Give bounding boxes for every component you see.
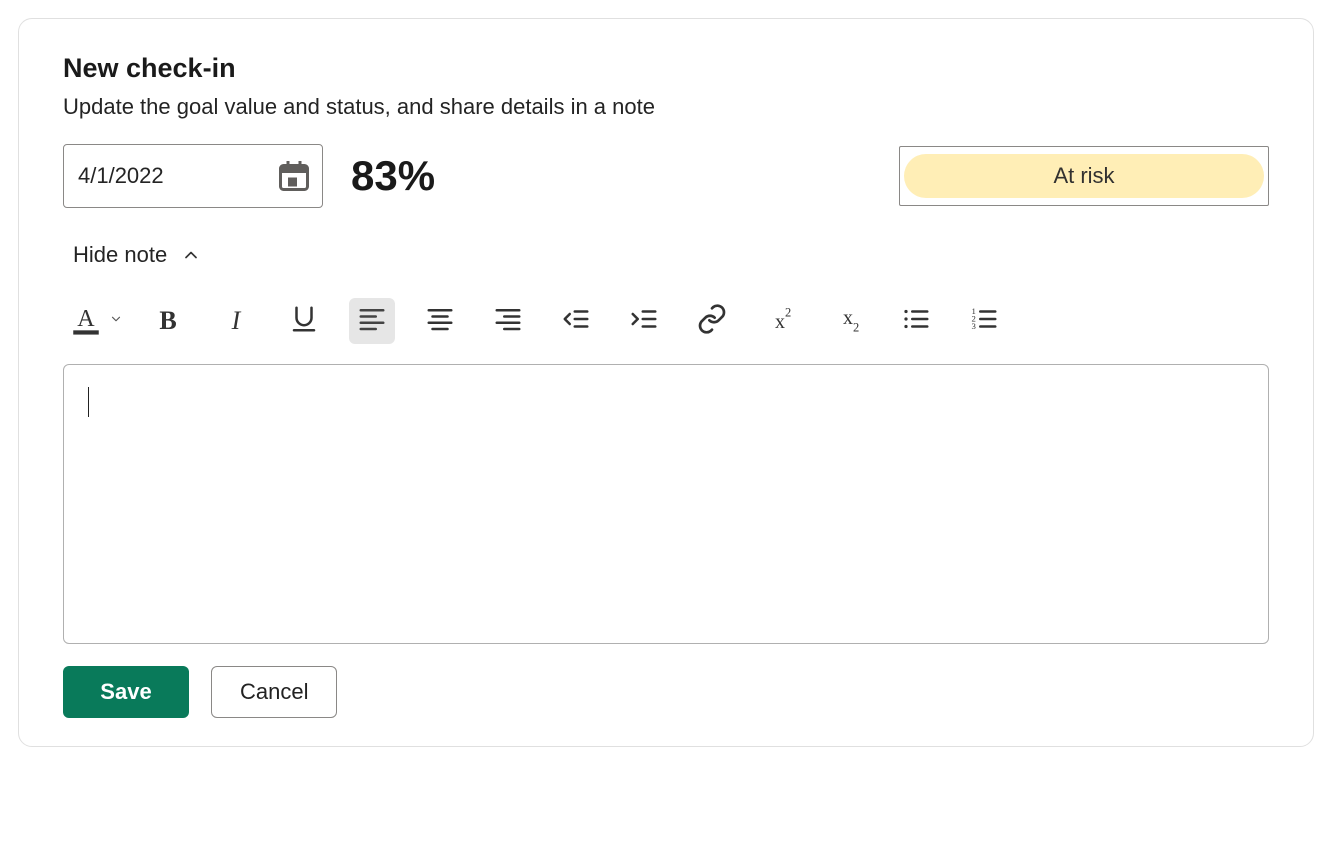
status-select[interactable]: At risk <box>899 146 1269 206</box>
chevron-up-icon <box>181 245 201 265</box>
progress-value: 83% <box>351 152 435 200</box>
chevron-down-icon <box>109 312 123 331</box>
indent-button[interactable] <box>621 298 667 344</box>
superscript-button[interactable]: x 2 <box>757 298 803 344</box>
editor-toolbar: A B I <box>63 298 1269 344</box>
indent-icon <box>629 304 659 339</box>
text-caret <box>88 387 89 417</box>
svg-text:2: 2 <box>853 320 859 334</box>
font-color-icon: A <box>69 302 103 341</box>
bullet-list-button[interactable] <box>893 298 939 344</box>
link-icon <box>696 303 728 340</box>
align-right-icon <box>493 304 523 339</box>
subscript-button[interactable]: x 2 <box>825 298 871 344</box>
italic-button[interactable]: I <box>213 298 259 344</box>
align-center-button[interactable] <box>417 298 463 344</box>
align-left-icon <box>357 304 387 339</box>
underline-button[interactable] <box>281 298 327 344</box>
cancel-button[interactable]: Cancel <box>211 666 337 718</box>
italic-icon: I <box>232 306 241 336</box>
svg-text:A: A <box>77 306 95 332</box>
underline-icon <box>289 304 319 339</box>
actions-row: Save Cancel <box>63 666 1269 718</box>
svg-text:3: 3 <box>972 321 977 331</box>
align-left-button[interactable] <box>349 298 395 344</box>
checkin-card: New check-in Update the goal value and s… <box>18 18 1314 747</box>
outdent-icon <box>561 304 591 339</box>
superscript-icon: x 2 <box>765 304 795 339</box>
calendar-icon <box>276 158 312 194</box>
hide-note-toggle[interactable]: Hide note <box>73 242 201 268</box>
date-value: 4/1/2022 <box>78 163 164 189</box>
date-picker[interactable]: 4/1/2022 <box>63 144 323 208</box>
svg-text:x: x <box>775 310 785 332</box>
outdent-button[interactable] <box>553 298 599 344</box>
font-color-button[interactable]: A <box>69 302 123 341</box>
numbered-list-icon: 1 2 3 <box>969 304 999 339</box>
link-button[interactable] <box>689 298 735 344</box>
status-pill: At risk <box>904 154 1264 198</box>
card-title: New check-in <box>63 53 1269 84</box>
note-editor[interactable] <box>63 364 1269 644</box>
align-center-icon <box>425 304 455 339</box>
svg-text:2: 2 <box>785 305 791 319</box>
values-row: 4/1/2022 83% At risk <box>63 144 1269 208</box>
bold-icon: B <box>159 306 176 336</box>
subscript-icon: x 2 <box>833 304 863 339</box>
numbered-list-button[interactable]: 1 2 3 <box>961 298 1007 344</box>
card-subtitle: Update the goal value and status, and sh… <box>63 94 1269 120</box>
bullet-list-icon <box>901 304 931 339</box>
align-right-button[interactable] <box>485 298 531 344</box>
svg-text:x: x <box>843 307 853 329</box>
bold-button[interactable]: B <box>145 298 191 344</box>
save-button[interactable]: Save <box>63 666 189 718</box>
hide-note-label: Hide note <box>73 242 167 268</box>
